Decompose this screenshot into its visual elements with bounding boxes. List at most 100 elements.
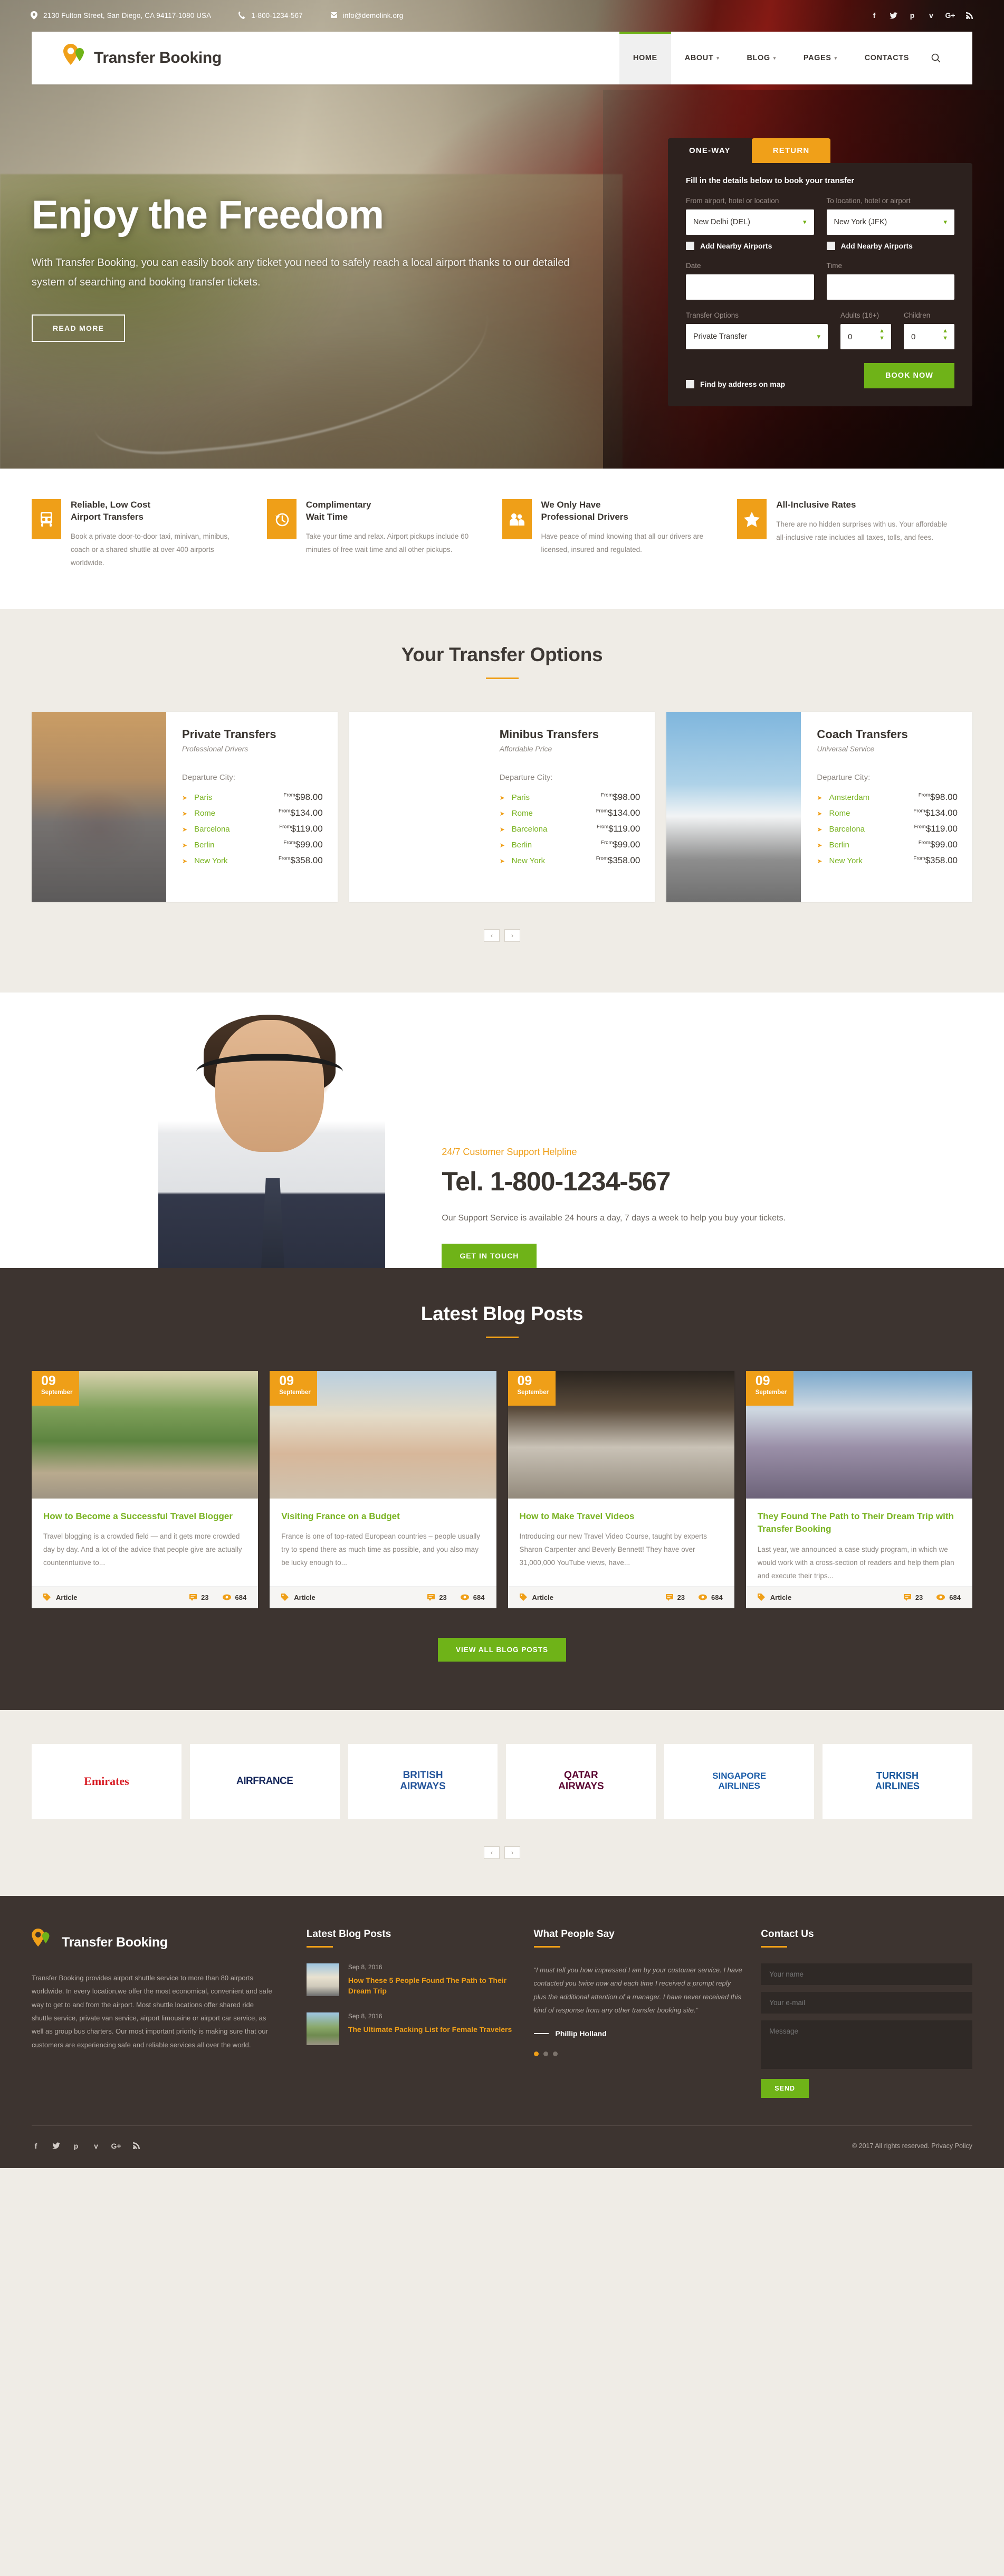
post-title[interactable]: They Found The Path to Their Dream Trip … <box>758 1510 961 1536</box>
pinterest-icon[interactable]: p <box>72 2142 80 2150</box>
list-item[interactable]: ➤ Barcelona From$119.00 <box>817 821 958 837</box>
tab-return[interactable]: RETURN <box>751 138 831 163</box>
to-nearby-checkbox[interactable]: Add Nearby Airports <box>826 242 955 250</box>
partner-logo-singapore-airlines[interactable]: SINGAPORE AIRLINES <box>664 1743 815 1819</box>
blog-post-card[interactable]: 09 September How to Make Travel Videos I… <box>508 1370 734 1608</box>
post-title[interactable]: How to Become a Successful Travel Blogge… <box>43 1510 246 1523</box>
date-input[interactable] <box>686 274 814 300</box>
list-item[interactable]: ➤ Rome From$134.00 <box>182 805 323 821</box>
read-more-button[interactable]: READ MORE <box>32 314 126 342</box>
list-item[interactable]: ➤ Paris From$98.00 <box>182 789 323 805</box>
transfer-options-group: Transfer Options Private Transfer ▾ <box>686 311 828 349</box>
find-on-map-checkbox[interactable]: Find by address on map <box>686 380 785 388</box>
nav-item-blog[interactable]: BLOG ▾ <box>733 32 789 84</box>
carousel-prev-button[interactable]: ‹ <box>484 1846 500 1859</box>
pinterest-icon[interactable]: p <box>908 11 916 20</box>
post-title[interactable]: Visiting France on a Budget <box>281 1510 484 1523</box>
testimonial-dot-2[interactable] <box>543 2052 548 2057</box>
section-divider <box>485 1336 519 1338</box>
google-plus-icon[interactable]: G+ <box>945 11 955 20</box>
post-category[interactable]: Article <box>519 1594 553 1601</box>
view-all-blog-posts-button[interactable]: VIEW ALL BLOG POSTS <box>437 1637 566 1662</box>
eye-icon <box>222 1594 231 1600</box>
list-item[interactable]: ➤ Berlin From$99.00 <box>817 837 958 853</box>
contact-name-input[interactable] <box>761 1963 972 1985</box>
list-item[interactable]: ➤ New York From$358.00 <box>182 853 323 869</box>
footer-post-title[interactable]: How These 5 People Found The Path to The… <box>348 1975 518 1997</box>
list-item[interactable]: ➤ New York From$358.00 <box>817 853 958 869</box>
partner-logo-turkish-airlines[interactable]: TURKISH AIRLINES <box>823 1743 972 1819</box>
blog-post-card[interactable]: 09 September Visiting France on a Budget… <box>270 1370 496 1608</box>
search-button[interactable] <box>923 32 954 84</box>
children-stepper[interactable]: 0 ▲ ▼ <box>904 324 954 349</box>
from-prefix: From <box>913 855 925 862</box>
hero-content: Enjoy the Freedom With Transfer Booking,… <box>32 195 601 342</box>
arrow-circle-icon: ➤ <box>499 825 505 833</box>
contact-email-input[interactable] <box>761 1991 972 2014</box>
partner-logo-emirates[interactable]: Emirates <box>32 1743 181 1819</box>
list-item[interactable]: ➤ Amsterdam From$98.00 <box>817 789 958 805</box>
partner-logo-airfrance[interactable]: AIRFRANCE <box>189 1743 340 1819</box>
partner-label: Emirates <box>84 1774 129 1788</box>
nav-item-contacts[interactable]: CONTACTS <box>851 32 923 84</box>
from-nearby-checkbox[interactable]: Add Nearby Airports <box>686 242 814 250</box>
phone-item[interactable]: 1-800-1234-567 <box>238 11 303 20</box>
carousel-prev-button[interactable]: ‹ <box>484 929 500 942</box>
list-item[interactable]: ➤ Barcelona From$119.00 <box>182 821 323 837</box>
nav-menu: HOME ABOUT ▾ BLOG ▾ PAGES ▾ CONTACTS <box>619 32 972 84</box>
carousel-next-button[interactable]: › <box>504 929 520 942</box>
transfer-option-card[interactable]: Minibus Transfers Affordable Price Depar… <box>349 711 655 902</box>
vimeo-icon[interactable]: v <box>927 11 935 20</box>
transfer-options-select[interactable]: Private Transfer ▾ <box>686 324 828 349</box>
email-item[interactable]: info@demolink.org <box>330 11 403 20</box>
nav-item-about[interactable]: ABOUT ▾ <box>671 32 733 84</box>
list-item[interactable]: ➤ New York From$358.00 <box>500 853 640 869</box>
footer-post-title[interactable]: The Ultimate Packing List for Female Tra… <box>348 2024 512 2035</box>
post-title[interactable]: How to Make Travel Videos <box>520 1510 723 1523</box>
stepper-arrows-icon[interactable]: ▲ ▼ <box>942 328 948 341</box>
transfer-option-card[interactable]: Coach Transfers Universal Service Depart… <box>666 711 973 902</box>
facebook-icon[interactable]: f <box>32 2142 40 2150</box>
adults-stepper[interactable]: 0 ▲ ▼ <box>840 324 891 349</box>
list-item[interactable]: ➤ Rome From$134.00 <box>500 805 640 821</box>
twitter-icon[interactable] <box>52 2142 60 2150</box>
twitter-icon[interactable] <box>889 11 897 20</box>
post-category[interactable]: Article <box>281 1594 315 1601</box>
to-select[interactable]: New York (JFK) ▾ <box>826 209 954 235</box>
transfer-option-card[interactable]: Private Transfers Professional Drivers D… <box>32 711 338 902</box>
contact-message-textarea[interactable] <box>761 2020 972 2069</box>
partner-logo-qatar-airways[interactable]: QATAR AIRWAYS <box>506 1743 656 1819</box>
testimonial-dot-3[interactable] <box>552 2052 558 2057</box>
partner-logo-british-airways[interactable]: BRITISH AIRWAYS <box>348 1743 498 1819</box>
rss-icon[interactable] <box>965 11 973 20</box>
facebook-icon[interactable]: f <box>870 11 878 20</box>
get-in-touch-button[interactable]: GET IN TOUCH <box>442 1243 537 1268</box>
stepper-arrows-icon[interactable]: ▲ ▼ <box>879 328 885 341</box>
time-input[interactable] <box>826 274 954 300</box>
from-select[interactable]: New Delhi (DEL) ▾ <box>686 209 814 235</box>
list-item[interactable]: ➤ Rome From$134.00 <box>817 805 958 821</box>
contact-send-button[interactable]: SEND <box>761 2078 809 2098</box>
post-category[interactable]: Article <box>43 1594 77 1601</box>
post-category[interactable]: Article <box>757 1594 791 1601</box>
carousel-next-button[interactable]: › <box>504 1846 520 1859</box>
vimeo-icon[interactable]: v <box>92 2142 100 2150</box>
footer-blog-post[interactable]: Sep 8, 2016 The Ultimate Packing List fo… <box>306 2012 518 2045</box>
footer-post-thumbnail <box>306 1963 339 1996</box>
list-item[interactable]: ➤ Barcelona From$119.00 <box>500 821 640 837</box>
google-plus-icon[interactable]: G+ <box>111 2142 121 2150</box>
book-now-button[interactable]: BOOK NOW <box>864 363 954 388</box>
testimonial-dot-1[interactable] <box>533 2052 539 2057</box>
blog-post-card[interactable]: 09 September How to Become a Successful … <box>32 1370 259 1608</box>
tab-one-way[interactable]: ONE-WAY <box>668 138 752 163</box>
nav-item-home[interactable]: HOME <box>619 32 671 84</box>
list-item[interactable]: ➤ Berlin From$99.00 <box>500 837 640 853</box>
nav-item-pages[interactable]: PAGES ▾ <box>790 32 851 84</box>
blog-post-card[interactable]: 09 September They Found The Path to Thei… <box>745 1370 972 1608</box>
footer-blog-post[interactable]: Sep 8, 2016 How These 5 People Found The… <box>306 1963 518 1997</box>
rss-icon[interactable] <box>132 2142 140 2150</box>
footer-brand[interactable]: Transfer Booking <box>32 1928 273 1957</box>
list-item[interactable]: ➤ Paris From$98.00 <box>500 789 640 805</box>
brand-logo-link[interactable]: Transfer Booking <box>32 44 222 72</box>
list-item[interactable]: ➤ Berlin From$99.00 <box>182 837 323 853</box>
